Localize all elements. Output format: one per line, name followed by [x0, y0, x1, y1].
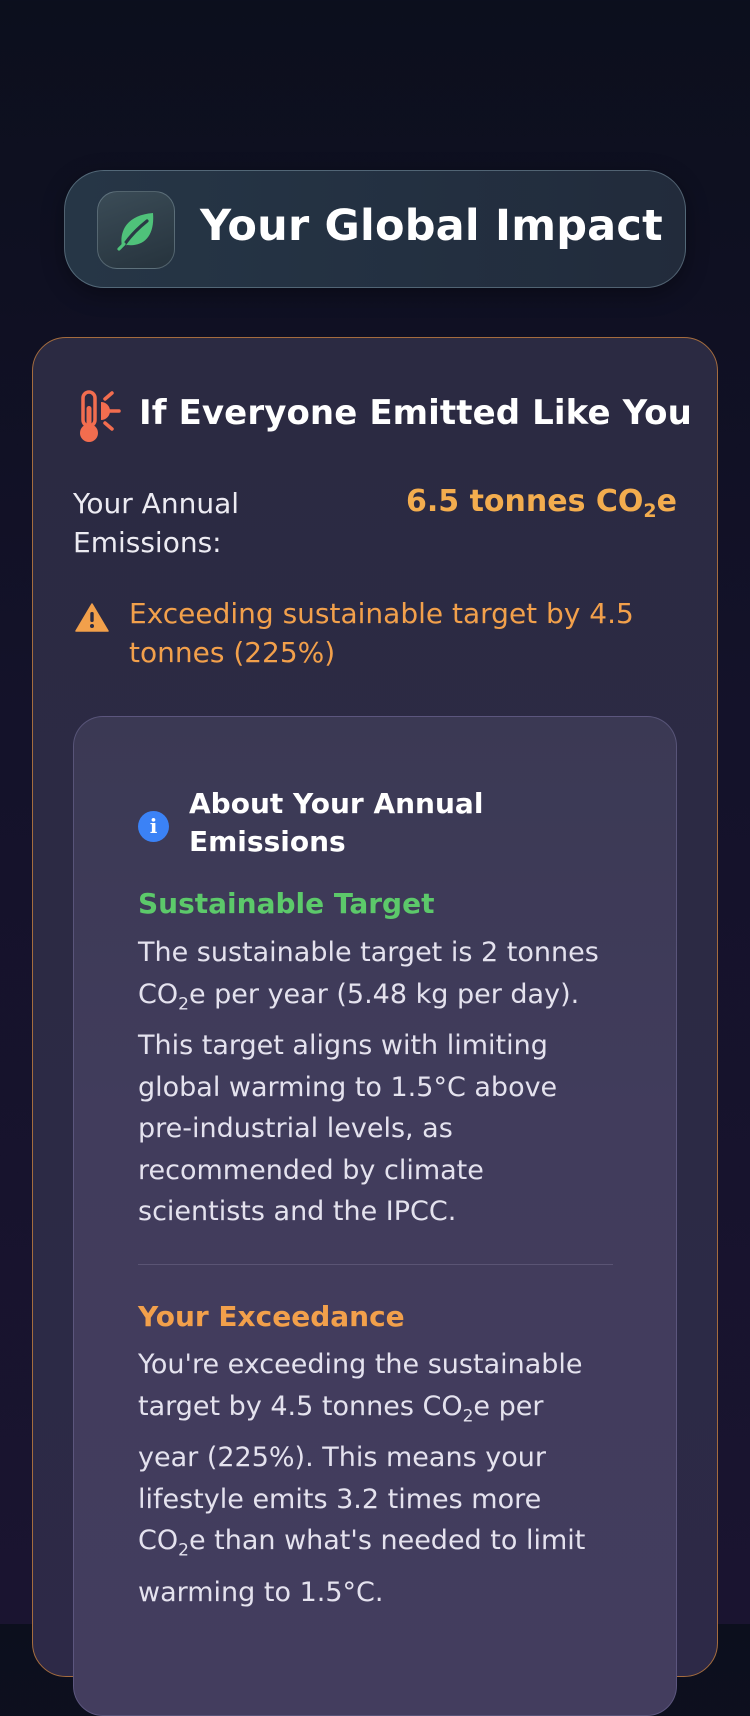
header-pill: Your Global Impact [64, 170, 686, 288]
exceedance-text-sub-2: 2 [178, 1540, 189, 1561]
sustainable-text-part-2: e per year (5.48 kg per day). This targe… [138, 978, 580, 1228]
warning-message: Exceeding sustainable target by 4.5 tonn… [129, 597, 634, 669]
page-title: Your Global Impact [200, 201, 663, 251]
warning-triangle-icon [75, 603, 109, 632]
annual-emissions-value: 6.5 tonnes CO2e [406, 484, 677, 522]
exceedance-text-sub-1: 2 [462, 1405, 474, 1426]
exceedance-heading: Your Exceedance [138, 1300, 405, 1333]
info-panel-title: About Your Annual Emissions [189, 787, 484, 858]
leaf-icon [117, 213, 154, 251]
thermometer-sun-icon [80, 390, 121, 442]
info-panel: i About Your Annual Emissions Sustainabl… [73, 716, 677, 1716]
card-title: If Everyone Emitted Like You [139, 393, 692, 433]
annual-value-main: 6.5 tonnes CO [405, 484, 644, 519]
annual-value-subscript: 2 [643, 500, 657, 522]
app-logo [97, 191, 175, 269]
sustainable-target-text: The sustainable target is 2 tonnes CO2e … [138, 932, 608, 1233]
info-icon: i [138, 811, 169, 842]
impact-card: If Everyone Emitted Like You Your Annual… [32, 337, 718, 1716]
sustainable-text-sub: 2 [178, 993, 189, 1014]
annual-value-suffix: e [656, 484, 677, 519]
sustainable-target-heading: Sustainable Target [138, 887, 435, 920]
exceedance-text: You're exceeding the sustainable target … [138, 1344, 608, 1614]
section-divider [138, 1264, 613, 1265]
exceedance-text-part-3: e than what's needed to limit warming to… [138, 1525, 586, 1609]
annual-emissions-label: Your Annual Emissions: [73, 487, 240, 559]
